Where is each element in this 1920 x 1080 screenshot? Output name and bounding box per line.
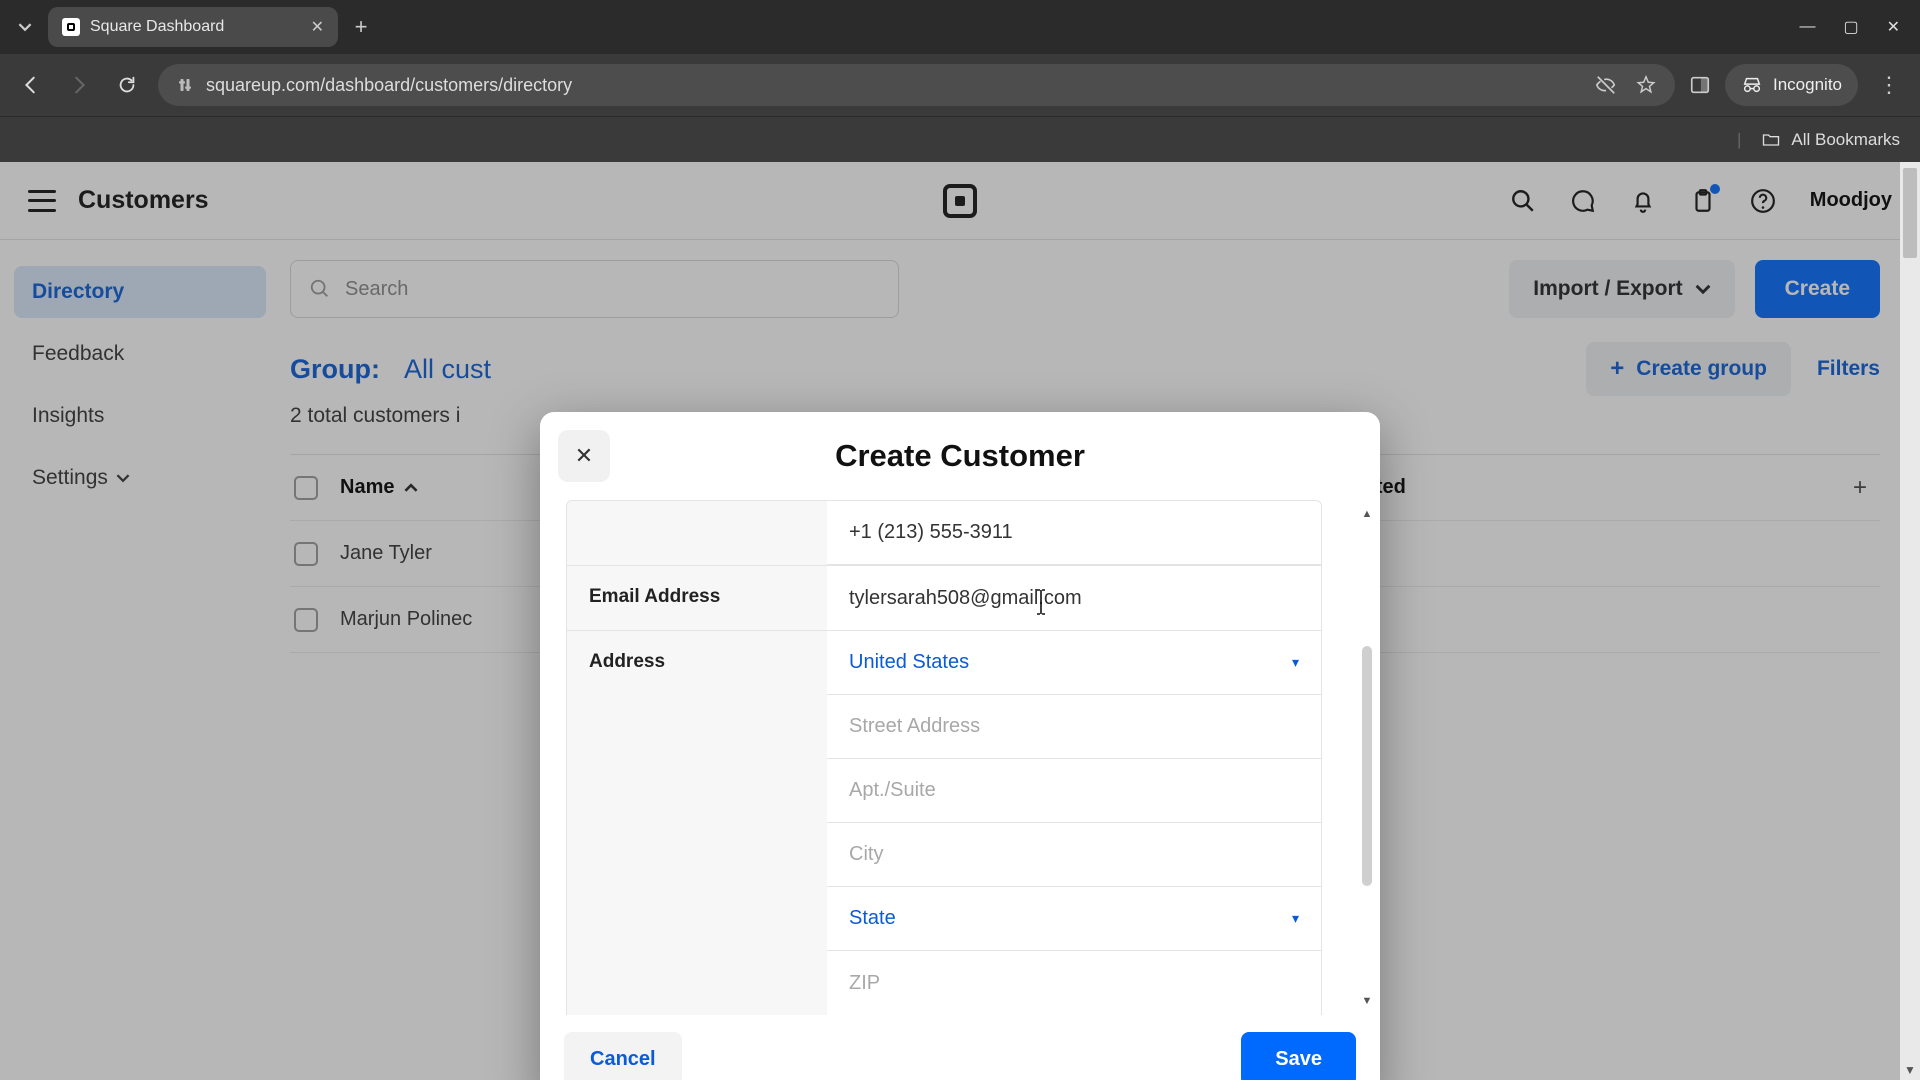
zip-input[interactable] (827, 951, 1321, 1015)
nav-forward-icon (62, 68, 96, 102)
apt-suite-input[interactable] (827, 759, 1321, 823)
modal-title: Create Customer (835, 438, 1085, 474)
window-close-icon[interactable]: ✕ (1887, 17, 1900, 37)
page-scrollbar[interactable]: ▲ ▼ (1900, 162, 1920, 1080)
address-label: Address (567, 631, 827, 1015)
nav-reload-icon[interactable] (110, 68, 144, 102)
square-favicon (62, 18, 80, 36)
chevron-down-icon: ▾ (1292, 654, 1299, 671)
new-tab-button[interactable]: + (344, 10, 378, 44)
city-input[interactable] (827, 823, 1321, 887)
address-bar[interactable]: squareup.com/dashboard/customers/directo… (158, 64, 1675, 106)
tab-list-dropdown[interactable] (8, 10, 42, 44)
side-panel-icon[interactable] (1689, 74, 1711, 96)
email-input[interactable]: tylersarah508@gmail.com (827, 566, 1321, 630)
all-bookmarks-link[interactable]: All Bookmarks (1791, 130, 1900, 150)
scroll-down-icon[interactable]: ▼ (1360, 993, 1374, 1009)
incognito-indicator[interactable]: Incognito (1725, 64, 1858, 106)
window-minimize-icon[interactable]: ― (1799, 18, 1815, 36)
site-settings-icon[interactable] (176, 76, 194, 94)
browser-tab[interactable]: Square Dashboard ✕ (48, 7, 338, 47)
page-scrollbar-thumb[interactable] (1903, 168, 1917, 258)
eye-off-icon[interactable] (1595, 74, 1617, 96)
phone-label-area (567, 501, 827, 565)
close-icon[interactable]: ✕ (558, 430, 610, 482)
scroll-up-icon[interactable]: ▲ (1360, 506, 1374, 522)
cancel-button[interactable]: Cancel (564, 1032, 682, 1080)
bookbar-separator: | (1737, 130, 1741, 150)
folder-icon (1761, 130, 1781, 150)
save-button[interactable]: Save (1241, 1032, 1356, 1080)
phone-input[interactable]: +1 (213) 555-3911 (827, 501, 1321, 565)
close-tab-icon[interactable]: ✕ (311, 17, 324, 37)
url-text: squareup.com/dashboard/customers/directo… (206, 75, 572, 96)
street-address-input[interactable] (827, 695, 1321, 759)
email-label: Email Address (567, 566, 827, 630)
nav-back-icon[interactable] (14, 68, 48, 102)
state-select[interactable]: State ▾ (827, 887, 1321, 951)
browser-menu-icon[interactable]: ⋮ (1872, 68, 1906, 102)
chevron-down-icon: ▾ (1292, 910, 1299, 927)
bookmark-star-icon[interactable] (1635, 74, 1657, 96)
window-maximize-icon[interactable]: ▢ (1843, 17, 1858, 37)
modal-scrollbar-thumb[interactable] (1362, 646, 1372, 886)
create-customer-modal: ✕ Create Customer +1 (213) 555-3911 (540, 412, 1380, 1080)
incognito-icon (1741, 74, 1763, 96)
scroll-down-icon[interactable]: ▼ (1900, 1060, 1920, 1080)
country-select[interactable]: United States ▾ (827, 631, 1321, 695)
modal-scrollbar[interactable]: ▲ ▼ (1360, 506, 1374, 1009)
tab-title: Square Dashboard (90, 18, 224, 36)
